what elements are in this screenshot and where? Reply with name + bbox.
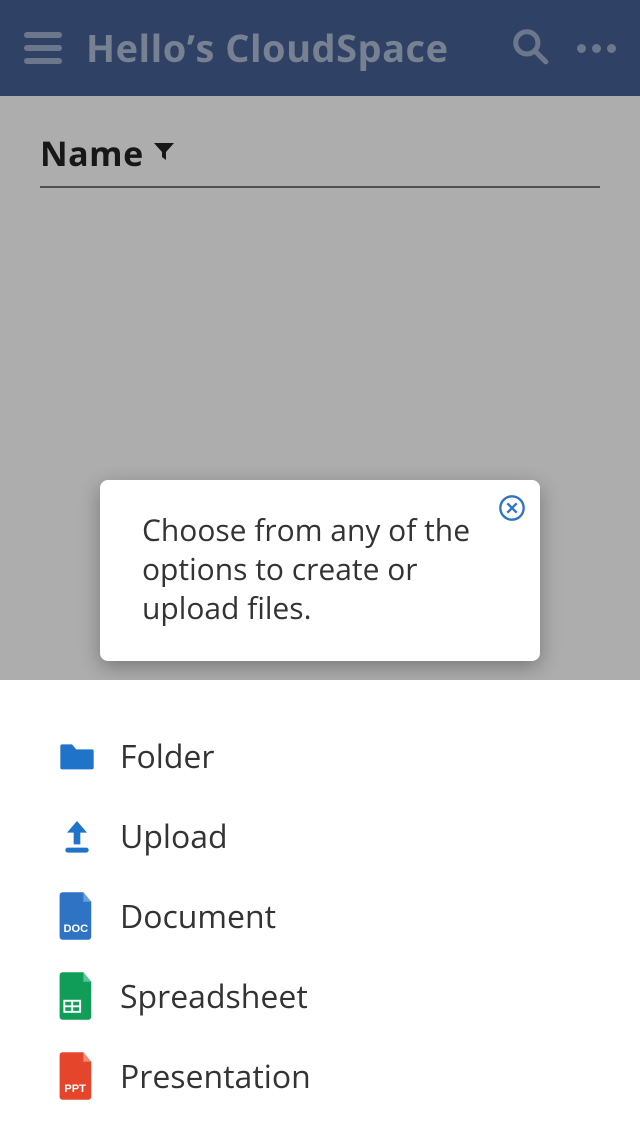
folder-icon [56,735,98,777]
option-document[interactable]: DOC Document [56,876,640,956]
option-label: Upload [120,815,228,858]
option-folder[interactable]: Folder [56,716,640,796]
option-label: Folder [120,735,214,778]
document-icon: DOC [56,895,98,937]
option-label: Document [120,895,276,938]
svg-text:DOC: DOC [64,923,89,935]
spreadsheet-icon [56,975,98,1017]
create-sheet: Folder Upload DOC Document [0,680,640,1136]
option-presentation[interactable]: PPT Presentation [56,1036,640,1116]
close-icon[interactable] [498,494,526,522]
option-label: Spreadsheet [120,975,308,1018]
option-upload[interactable]: Upload [56,796,640,876]
option-label: Presentation [120,1055,311,1098]
option-spreadsheet[interactable]: Spreadsheet [56,956,640,1036]
upload-icon [56,815,98,857]
coach-text: Choose from any of the options to create… [142,510,484,627]
coach-mark: Choose from any of the options to create… [100,480,540,661]
presentation-icon: PPT [56,1055,98,1097]
svg-text:PPT: PPT [64,1083,86,1095]
